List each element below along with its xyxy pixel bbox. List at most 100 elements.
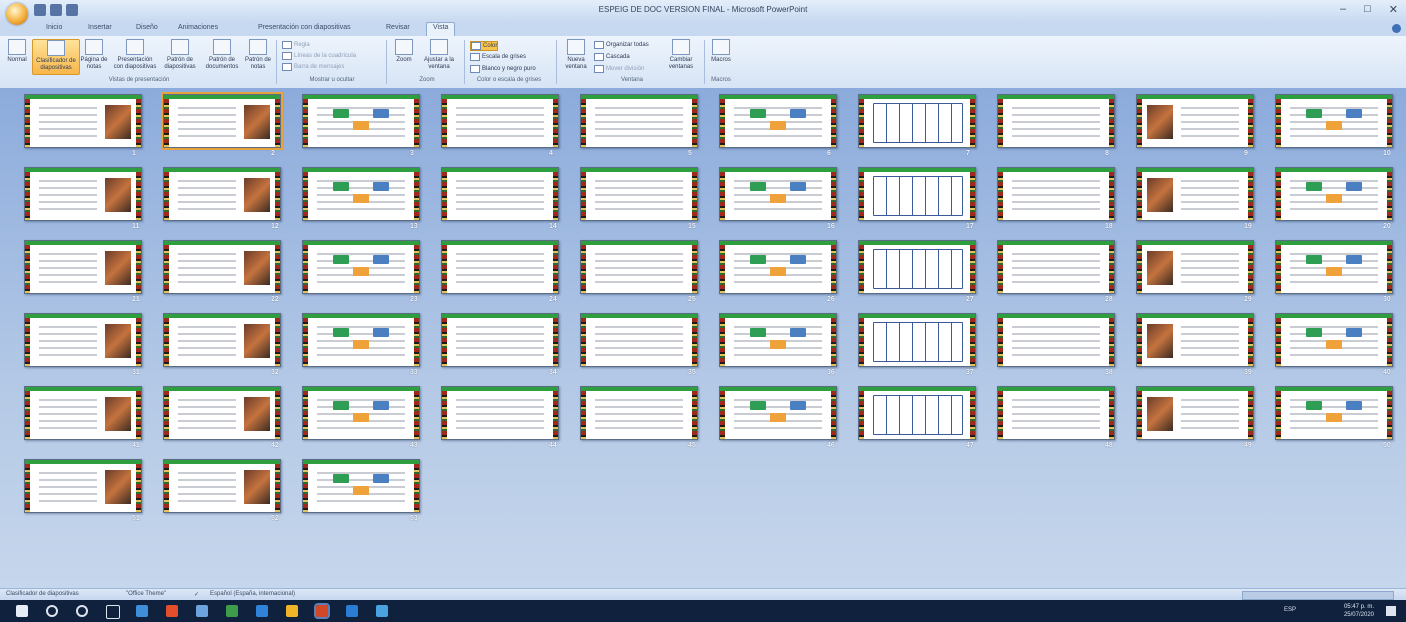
slide-thumbnail[interactable] xyxy=(858,94,976,148)
slide-thumbnail[interactable] xyxy=(858,167,976,221)
slide-thumbnail[interactable] xyxy=(24,240,142,294)
search-icon[interactable] xyxy=(46,605,58,617)
slide-master-button[interactable]: Patrón de diapositivas xyxy=(160,39,200,71)
slide-thumbnail[interactable] xyxy=(719,94,837,148)
slide-thumbnail[interactable] xyxy=(580,94,698,148)
spell-check-icon[interactable]: ✓ xyxy=(194,591,199,598)
slide-thumbnail[interactable] xyxy=(163,240,281,294)
clock[interactable]: 05:47 p. m. 25/07/2020 xyxy=(1344,603,1374,619)
slide-thumbnail[interactable] xyxy=(302,459,420,513)
slide-thumbnail[interactable] xyxy=(858,240,976,294)
tab-revisar[interactable]: Revisar xyxy=(386,24,410,31)
tab-diseno[interactable]: Diseño xyxy=(136,24,158,31)
slide-thumbnail[interactable] xyxy=(1275,313,1393,367)
slide-thumbnail[interactable] xyxy=(997,94,1115,148)
tray-lang[interactable]: ESP xyxy=(1284,607,1296,613)
slide-thumbnail[interactable] xyxy=(580,313,698,367)
slide-thumbnail[interactable] xyxy=(997,167,1115,221)
slide-thumbnail[interactable] xyxy=(858,386,976,440)
slide-thumbnail[interactable] xyxy=(580,240,698,294)
app-icon[interactable] xyxy=(286,605,298,617)
slide-thumbnail[interactable] xyxy=(24,94,142,148)
slide-thumbnail[interactable] xyxy=(997,386,1115,440)
slide-thumbnail[interactable] xyxy=(163,386,281,440)
slide-thumbnail[interactable] xyxy=(441,240,559,294)
slide-thumbnail[interactable] xyxy=(24,386,142,440)
slide-thumbnail[interactable] xyxy=(1136,313,1254,367)
tab-inicio[interactable]: Inicio xyxy=(46,24,62,31)
slideshow-button[interactable]: Presentación con diapositivas xyxy=(112,39,158,71)
slide-thumbnail[interactable] xyxy=(163,167,281,221)
app-icon[interactable] xyxy=(376,605,388,617)
slide-thumbnail[interactable] xyxy=(302,167,420,221)
switch-windows-button[interactable]: Cambiar ventanas xyxy=(664,39,698,71)
slide-thumbnail[interactable] xyxy=(997,313,1115,367)
slide-thumbnail[interactable] xyxy=(1136,240,1254,294)
cascade-button[interactable]: Cascada xyxy=(594,53,630,61)
color-button[interactable]: Color xyxy=(470,41,499,51)
notes-page-button[interactable]: Página de notas xyxy=(80,39,108,71)
notes-master-button[interactable]: Patrón de notas xyxy=(244,39,272,71)
app-icon[interactable] xyxy=(256,605,268,617)
app-icon[interactable] xyxy=(346,605,358,617)
slide-thumbnail[interactable] xyxy=(24,167,142,221)
minimize-button[interactable]: – xyxy=(1340,3,1346,16)
macros-button[interactable]: Macros xyxy=(708,39,734,64)
slide-thumbnail[interactable] xyxy=(1136,94,1254,148)
zoom-button[interactable]: Zoom xyxy=(392,39,416,64)
tab-presentacion[interactable]: Presentación con diapositivas xyxy=(258,24,351,31)
task-view-icon[interactable] xyxy=(106,605,120,619)
slide-thumbnail[interactable] xyxy=(719,240,837,294)
slide-thumbnail[interactable] xyxy=(1275,386,1393,440)
slide-thumbnail[interactable] xyxy=(1275,167,1393,221)
restore-button[interactable]: □ xyxy=(1364,3,1371,16)
slide-thumbnail[interactable] xyxy=(163,313,281,367)
zoom-slider[interactable] xyxy=(1242,591,1394,600)
slide-sorter-button[interactable]: Clasificador de diapositivas xyxy=(32,39,80,75)
handout-master-button[interactable]: Patrón de documentos xyxy=(202,39,242,71)
slide-thumbnail[interactable] xyxy=(441,313,559,367)
message-bar-checkbox[interactable]: Barra de mensajes xyxy=(282,63,344,71)
slide-thumbnail[interactable] xyxy=(24,459,142,513)
slide-thumbnail[interactable] xyxy=(161,92,283,150)
close-button[interactable]: ✕ xyxy=(1389,3,1398,16)
tab-animaciones[interactable]: Animaciones xyxy=(178,24,218,31)
start-icon[interactable] xyxy=(16,605,28,617)
slide-thumbnail[interactable] xyxy=(1275,94,1393,148)
gridlines-checkbox[interactable]: Líneas de la cuadrícula xyxy=(282,52,356,60)
normal-view-button[interactable]: Normal xyxy=(4,39,30,64)
slide-sorter-pane[interactable]: 1 2 3 4 5 6 7 8 9 10 11 12 13 14 15 16 17 18 19 20 21 22 23 24 2… xyxy=(0,88,1406,588)
app-icon[interactable] xyxy=(136,605,148,617)
slide-thumbnail[interactable] xyxy=(24,313,142,367)
cortana-icon[interactable] xyxy=(76,605,88,617)
status-language[interactable]: Español (España, internacional) xyxy=(210,591,295,597)
slide-thumbnail[interactable] xyxy=(997,240,1115,294)
office-button[interactable] xyxy=(6,3,28,25)
slide-thumbnail[interactable] xyxy=(441,94,559,148)
black-white-button[interactable]: Blanco y negro puro xyxy=(470,65,536,73)
slide-thumbnail[interactable] xyxy=(163,459,281,513)
slide-thumbnail[interactable] xyxy=(1275,240,1393,294)
slide-thumbnail[interactable] xyxy=(580,386,698,440)
grayscale-button[interactable]: Escala de grises xyxy=(470,53,526,61)
app-icon[interactable] xyxy=(166,605,178,617)
slide-thumbnail[interactable] xyxy=(1136,386,1254,440)
slide-thumbnail[interactable] xyxy=(719,167,837,221)
slide-thumbnail[interactable] xyxy=(1136,167,1254,221)
app-icon[interactable] xyxy=(196,605,208,617)
slide-thumbnail[interactable] xyxy=(580,167,698,221)
slide-thumbnail[interactable] xyxy=(719,386,837,440)
app-icon[interactable] xyxy=(226,605,238,617)
slide-thumbnail[interactable] xyxy=(302,386,420,440)
slide-thumbnail[interactable] xyxy=(302,240,420,294)
arrange-all-button[interactable]: Organizar todas xyxy=(594,41,649,49)
notifications-icon[interactable] xyxy=(1386,606,1396,616)
slide-thumbnail[interactable] xyxy=(719,313,837,367)
slide-thumbnail[interactable] xyxy=(302,313,420,367)
slide-thumbnail[interactable] xyxy=(441,167,559,221)
slide-thumbnail[interactable] xyxy=(302,94,420,148)
tab-insertar[interactable]: Insertar xyxy=(88,24,112,31)
move-split-button[interactable]: Mover división xyxy=(594,65,644,73)
slide-thumbnail[interactable] xyxy=(441,386,559,440)
help-icon[interactable] xyxy=(1392,24,1401,33)
